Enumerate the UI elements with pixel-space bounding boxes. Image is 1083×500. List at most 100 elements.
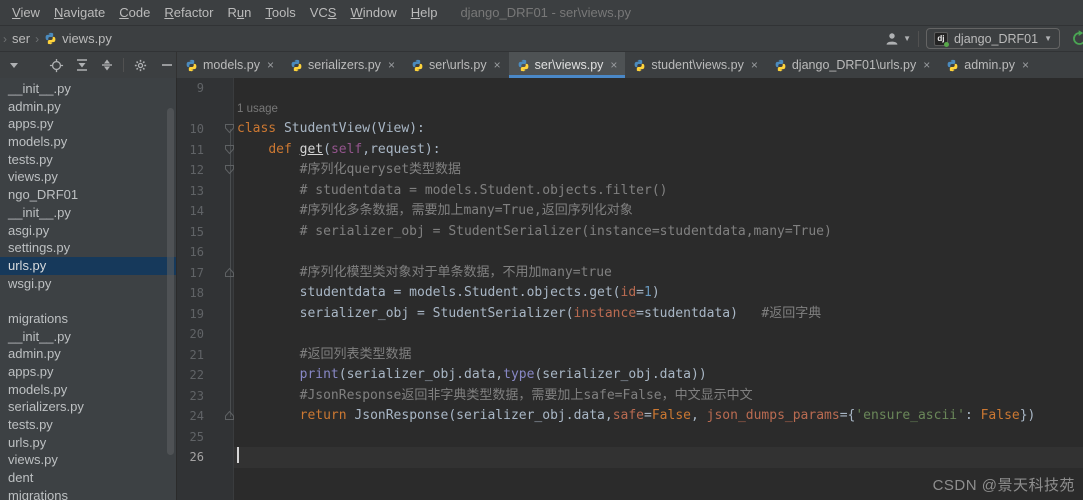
hide-panel-icon[interactable] <box>148 58 174 72</box>
tab-label: serializers.py <box>308 58 381 72</box>
tree-item-migrations[interactable]: migrations <box>0 487 176 500</box>
code-text[interactable]: #返回列表类型数据 <box>237 345 1083 366</box>
code-text[interactable]: #序列化queryset类型数据 <box>237 160 1083 181</box>
expand-all-icon[interactable] <box>64 58 89 72</box>
code-text[interactable]: # serializer_obj = StudentSerializer(ins… <box>237 222 1083 243</box>
tree-item-apps-py[interactable]: apps.py <box>0 115 176 133</box>
tree-item-urls-py[interactable]: urls.py <box>0 256 176 275</box>
tree-item-migrations[interactable]: migrations <box>0 310 176 328</box>
code-text[interactable]: 1 usage <box>237 99 1083 120</box>
settings-gear-icon[interactable] <box>124 58 148 73</box>
code-editor[interactable]: 91 usage 10 class StudentView(View): 11 def… <box>177 78 1083 500</box>
menu-navigate[interactable]: Navigate <box>47 5 112 20</box>
breadcrumb-item-ser[interactable]: ser <box>12 31 30 46</box>
run-configuration-label: django_DRF01 <box>953 31 1039 46</box>
tree-item-urls-py[interactable]: urls.py <box>0 434 176 452</box>
line-number: 19 <box>189 306 204 321</box>
tree-item--init-py[interactable]: __init__.py <box>0 328 176 346</box>
tab-label: django_DRF01\urls.py <box>791 58 917 72</box>
tree-item-views-py[interactable]: views.py <box>0 168 176 186</box>
close-tab-icon[interactable]: × <box>751 58 758 72</box>
menu-view[interactable]: View <box>5 5 47 20</box>
tab-models-py[interactable]: models.py × <box>177 52 282 78</box>
locate-file-icon[interactable] <box>19 58 64 73</box>
close-tab-icon[interactable]: × <box>1022 58 1029 72</box>
fold-region-end-icon[interactable] <box>224 267 235 278</box>
fold-region-start-icon[interactable] <box>224 123 235 134</box>
close-tab-icon[interactable]: × <box>388 58 395 72</box>
fold-region-end-icon[interactable] <box>224 410 235 421</box>
tree-item-asgi-py[interactable]: asgi.py <box>0 222 176 240</box>
project-tree-scrollbar[interactable] <box>167 108 174 455</box>
tab-django-drf01-urls-py[interactable]: django_DRF01\urls.py × <box>766 52 938 78</box>
user-account-button[interactable]: ▼ <box>884 31 911 47</box>
close-tab-icon[interactable]: × <box>494 58 501 72</box>
tree-item--init-py[interactable]: __init__.py <box>0 80 176 98</box>
tree-item-models-py[interactable]: models.py <box>0 133 176 151</box>
line-number: 26 <box>189 450 204 464</box>
tree-item-apps-py[interactable]: apps.py <box>0 363 176 381</box>
close-tab-icon[interactable]: × <box>923 58 930 72</box>
code-text[interactable]: class StudentView(View): <box>237 119 1083 140</box>
tab-ser-views-py[interactable]: ser\views.py × <box>508 52 626 78</box>
chevron-down-icon: ▼ <box>1044 34 1052 43</box>
tree-item-settings-py[interactable]: settings.py <box>0 239 176 257</box>
tree-item-views-py[interactable]: views.py <box>0 451 176 469</box>
menu-tools[interactable]: Tools <box>258 5 302 20</box>
code-line-inlay: 1 usage <box>177 99 1083 120</box>
breadcrumb-item-views[interactable]: views.py <box>62 31 112 46</box>
close-tab-icon[interactable]: × <box>610 58 617 72</box>
code-line-13: 13 # studentdata = models.Student.object… <box>177 181 1083 202</box>
code-text[interactable] <box>237 78 1083 99</box>
tab-student-views-py[interactable]: student\views.py × <box>625 52 765 78</box>
code-text[interactable]: #序列化模型类对象对于单条数据，不用加many=true <box>237 263 1083 284</box>
tab-label: admin.py <box>964 58 1015 72</box>
code-text[interactable] <box>237 324 1083 345</box>
fold-region-start-icon[interactable] <box>224 164 235 175</box>
tree-item-serializers-py[interactable]: serializers.py <box>0 398 176 416</box>
code-text[interactable] <box>237 447 1083 468</box>
usages-hint[interactable]: 1 usage <box>237 103 278 115</box>
menu-vcs[interactable]: VCS <box>303 5 344 20</box>
rerun-button[interactable] <box>1071 30 1083 47</box>
tree-item-dent[interactable]: dent <box>0 469 176 487</box>
view-options-dropdown-icon[interactable] <box>0 60 19 70</box>
code-text[interactable]: serializer_obj = StudentSerializer(insta… <box>237 304 1083 325</box>
menu-window[interactable]: Window <box>343 5 403 20</box>
code-text[interactable]: #序列化多条数据，需要加上many=True,返回序列化对象 <box>237 201 1083 222</box>
menu-refactor[interactable]: Refactor <box>157 5 220 20</box>
menu-help[interactable]: Help <box>404 5 445 20</box>
code-text[interactable]: studentdata = models.Student.objects.get… <box>237 283 1083 304</box>
code-text[interactable]: print(serializer_obj.data,type(serialize… <box>237 365 1083 386</box>
fold-region-start-icon[interactable] <box>224 144 235 155</box>
tree-item-tests-py[interactable]: tests.py <box>0 151 176 169</box>
tree-item-wsgi-py[interactable]: wsgi.py <box>0 275 176 293</box>
code-text[interactable]: #JsonResponse返回非字典类型数据，需要加上safe=False，中文… <box>237 386 1083 407</box>
menu-code[interactable]: Code <box>112 5 157 20</box>
collapse-all-icon[interactable] <box>89 58 114 72</box>
code-text[interactable] <box>237 427 1083 448</box>
code-text[interactable]: return JsonResponse(serializer_obj.data,… <box>237 406 1083 427</box>
chevron-right-icon: › <box>35 31 40 46</box>
run-configuration-select[interactable]: dj django_DRF01 ▼ <box>925 28 1060 49</box>
tab-label: student\views.py <box>651 58 744 72</box>
tree-item-models-py[interactable]: models.py <box>0 381 176 399</box>
tree-item-ngo-drf01[interactable]: ngo_DRF01 <box>0 186 176 204</box>
code-text[interactable]: # studentdata = models.Student.objects.f… <box>237 181 1083 202</box>
menu-run[interactable]: Run <box>221 5 259 20</box>
code-text[interactable] <box>237 242 1083 263</box>
tree-item-admin-py[interactable]: admin.py <box>0 98 176 116</box>
python-file-icon <box>185 59 198 72</box>
tree-item-admin-py[interactable]: admin.py <box>0 345 176 363</box>
python-file-icon <box>44 32 57 45</box>
tab-ser-urls-py[interactable]: ser\urls.py × <box>403 52 509 78</box>
python-file-icon <box>411 59 424 72</box>
close-tab-icon[interactable]: × <box>267 58 274 72</box>
tab-row: models.py × serializers.py × ser\urls.py × ser… <box>0 52 1083 78</box>
tree-item--init-py[interactable]: __init__.py <box>0 204 176 222</box>
tab-serializers-py[interactable]: serializers.py × <box>282 52 403 78</box>
code-text[interactable]: def get(self,request): <box>237 140 1083 161</box>
code-line-16: 16 <box>177 242 1083 263</box>
tab-admin-py[interactable]: admin.py × <box>938 52 1037 78</box>
tree-item-tests-py[interactable]: tests.py <box>0 416 176 434</box>
